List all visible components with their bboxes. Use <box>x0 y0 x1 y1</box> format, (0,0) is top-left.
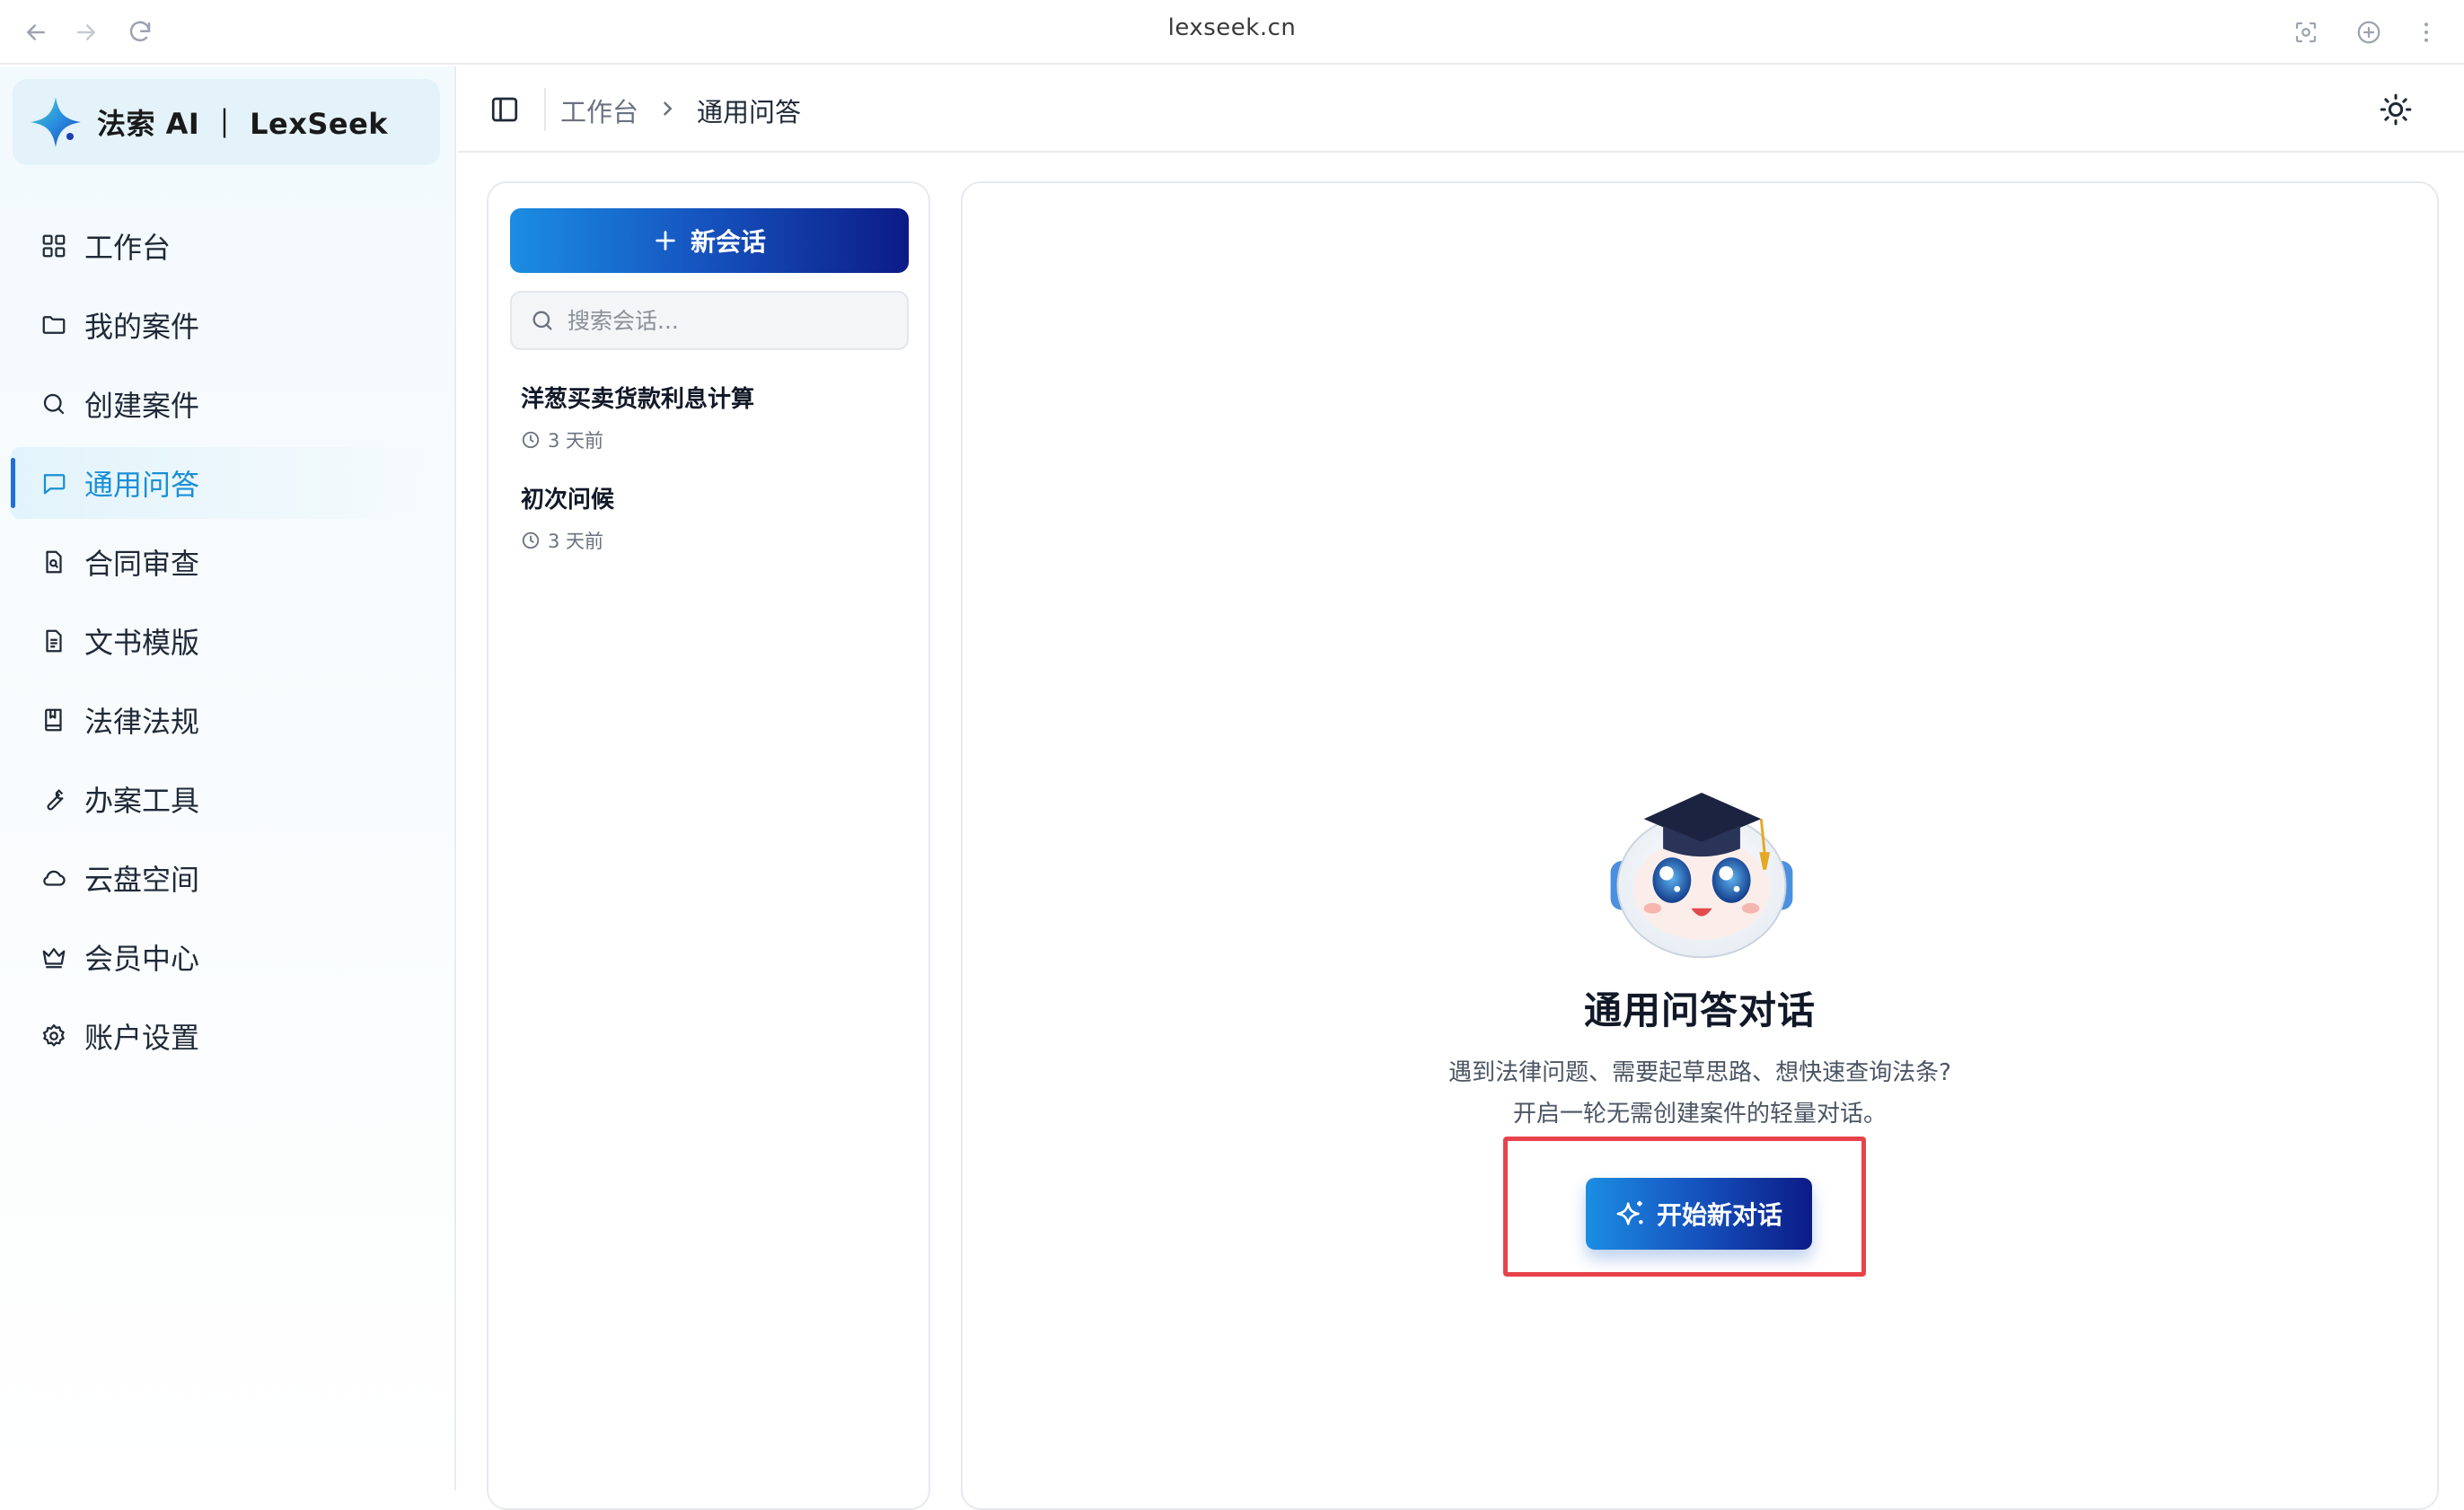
sidebar-item-label: 办案工具 <box>84 784 200 818</box>
wrench-icon <box>40 785 68 813</box>
sidebar-item-label: 创建案件 <box>84 389 200 423</box>
sidebar-item-label: 会员中心 <box>84 942 200 976</box>
address-bar[interactable]: lexseek.cn <box>0 14 2464 41</box>
sparkles-icon <box>1616 1200 1643 1225</box>
brand-header[interactable]: 法索 AI ｜ LexSeek <box>13 79 440 165</box>
book-icon <box>40 706 68 734</box>
sidebar-item-laws[interactable]: 法律法规 <box>0 684 454 756</box>
more-menu-icon[interactable] <box>2410 16 2442 48</box>
lexseek-logo-icon <box>31 97 81 147</box>
conversation-list-panel: 新会话 洋葱买卖货款利息计算 3 天前 初次问候 3 天前 <box>487 181 930 1510</box>
sidebar-item-label: 文书模版 <box>84 626 200 660</box>
file-search-icon <box>40 548 68 576</box>
cloud-icon <box>40 864 68 892</box>
breadcrumb-workbench-link[interactable]: 工作台 <box>560 92 638 129</box>
conversation-search <box>510 291 909 350</box>
conversation-title: 初次问候 <box>521 487 615 514</box>
conversation-item[interactable]: 洋葱买卖货款利息计算 3 天前 <box>510 370 909 458</box>
page-header: 工作台 通用问答 <box>458 66 2464 153</box>
sidebar-item-contract-review[interactable]: 合同审查 <box>0 526 454 598</box>
new-tab-icon[interactable] <box>2353 16 2385 48</box>
theme-toggle-sun-icon[interactable] <box>2378 92 2414 127</box>
conversation-item[interactable]: 初次问候 3 天前 <box>510 470 909 558</box>
clock-icon <box>522 431 540 449</box>
new-conversation-button[interactable]: 新会话 <box>510 208 909 273</box>
sidebar-nav: 工作台 我的案件 创建案件 通用问答 合同审查 文书模版 法律法规 办案工具 云… <box>0 210 454 1079</box>
empty-state-description: 开启一轮无需创建案件的轻量对话。 <box>1512 1101 1887 1128</box>
sidebar-item-membership[interactable]: 会员中心 <box>0 921 454 993</box>
folder-icon <box>40 311 68 339</box>
conversation-time: 3 天前 <box>548 430 604 452</box>
start-new-conversation-button[interactable]: 开始新对话 <box>1586 1178 1812 1250</box>
sidebar-item-create-case[interactable]: 创建案件 <box>0 368 454 440</box>
new-conversation-label: 新会话 <box>690 228 766 256</box>
sidebar-toggle-icon[interactable] <box>488 93 521 126</box>
sidebar-item-label: 通用问答 <box>84 468 200 502</box>
clock-icon <box>522 531 540 549</box>
empty-state-title: 通用问答对话 <box>1583 988 1816 1032</box>
sidebar-item-label: 我的案件 <box>84 310 200 344</box>
sidebar: 法索 AI ｜ LexSeek 工作台 我的案件 创建案件 通用问答 合同审查 … <box>0 66 456 1490</box>
sidebar-item-label: 合同审查 <box>84 547 200 581</box>
search-input[interactable] <box>568 307 891 334</box>
sidebar-item-workbench[interactable]: 工作台 <box>0 210 454 282</box>
document-icon <box>40 627 68 655</box>
chat-icon <box>40 469 68 497</box>
start-new-conversation-label: 开始新对话 <box>1656 1200 1782 1230</box>
conversation-meta: 3 天前 <box>521 527 909 554</box>
sidebar-item-label: 账户设置 <box>84 1021 200 1055</box>
brand-name: 法索 AI ｜ LexSeek <box>97 107 389 141</box>
search-icon <box>532 311 552 330</box>
chat-main-panel: 通用问答对话 遇到法律问题、需要起草思路、想快速查询法条? 开启一轮无需创建案件… <box>961 181 2439 1510</box>
conversation-meta: 3 天前 <box>521 426 909 453</box>
header-divider <box>544 88 546 131</box>
robot-graduate-mascot-icon <box>1610 793 1793 959</box>
sidebar-item-tools[interactable]: 办案工具 <box>0 763 454 835</box>
gear-icon <box>40 1022 68 1050</box>
conversation-title: 洋葱买卖货款利息计算 <box>521 386 755 413</box>
sidebar-item-label: 工作台 <box>84 231 172 265</box>
sidebar-item-general-qa[interactable]: 通用问答 <box>11 447 440 519</box>
plus-icon <box>656 231 675 250</box>
sidebar-item-label: 云盘空间 <box>84 863 200 897</box>
browser-toolbar: lexseek.cn <box>0 0 2464 65</box>
sidebar-item-label: 法律法规 <box>84 705 200 739</box>
conversation-time: 3 天前 <box>548 531 604 552</box>
sidebar-item-doc-templates[interactable]: 文书模版 <box>0 605 454 677</box>
crown-icon <box>40 943 68 971</box>
sidebar-item-my-cases[interactable]: 我的案件 <box>0 289 454 361</box>
sidebar-item-cloud-drive[interactable]: 云盘空间 <box>0 842 454 914</box>
grid-icon <box>40 232 68 260</box>
empty-state-description: 遇到法律问题、需要起草思路、想快速查询法条? <box>1448 1059 1951 1086</box>
search-icon <box>40 390 68 418</box>
screenshot-icon[interactable] <box>2290 16 2322 48</box>
breadcrumb-current: 通用问答 <box>697 97 802 127</box>
chevron-right-icon <box>664 101 673 116</box>
sidebar-item-account-settings[interactable]: 账户设置 <box>0 1000 454 1072</box>
